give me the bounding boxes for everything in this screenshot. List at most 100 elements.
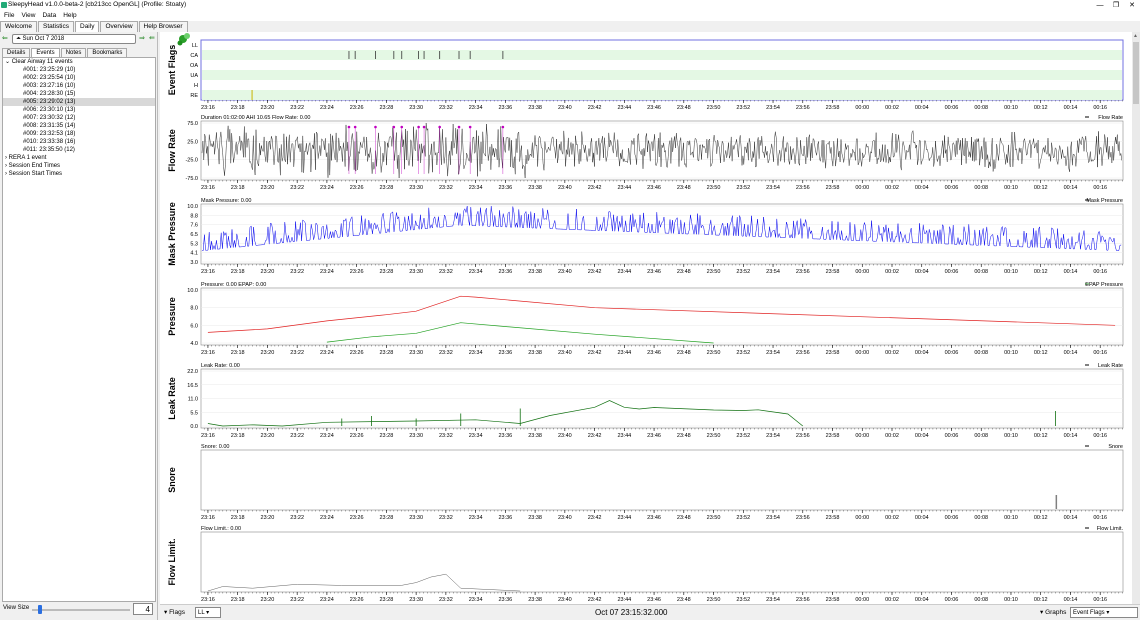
graph-header: Mask Pressure: 0.00	[201, 198, 251, 204]
tree-item-label: #011: 23:35:50 (12)	[23, 147, 75, 153]
view-size-slider-handle[interactable]	[37, 605, 42, 614]
graph-selector[interactable]: Event Flags ▾	[1070, 607, 1138, 618]
tree-event-item[interactable]: #011: 23:35:50 (12)	[3, 146, 155, 154]
date-value: Sun Oct 7 2018	[22, 36, 65, 42]
tree-item-label: #001: 23:25:29 (10)	[23, 67, 76, 73]
tab-events[interactable]: Events	[31, 48, 60, 57]
maximize-button[interactable]: ❐	[1108, 0, 1124, 11]
y-tick-label: 8.0	[190, 306, 198, 312]
x-tick-label: 23:32	[439, 269, 453, 275]
view-size-spinbox[interactable]: 4	[133, 603, 153, 615]
tree-event-item[interactable]: #009: 23:32:53 (18)	[3, 130, 155, 138]
x-tick-label: 00:06	[945, 597, 959, 603]
x-tick-label: 23:38	[528, 105, 542, 111]
x-tick-label: 23:46	[647, 515, 661, 521]
x-tick-label: 23:16	[201, 433, 215, 439]
tree-event-item[interactable]: #004: 23:28:30 (15)	[3, 90, 155, 98]
tree-group[interactable]: › RERA 1 event	[3, 154, 155, 162]
tree-event-item[interactable]: #002: 23:25:54 (10)	[3, 74, 155, 82]
x-tick-label: 00:12	[1034, 105, 1048, 111]
tab-help-browser[interactable]: Help Browser	[138, 21, 188, 32]
tree-event-item[interactable]: #001: 23:25:29 (10)	[3, 66, 155, 74]
tab-bookmarks[interactable]: Bookmarks	[87, 48, 128, 57]
chevron-down-icon: ▾	[1106, 610, 1110, 616]
x-tick-label: 00:14	[1064, 350, 1078, 356]
left-subtabs: Details Events Notes Bookmarks	[2, 48, 128, 57]
tree-item-label: #004: 23:28:30 (15)	[23, 91, 76, 97]
x-tick-label: 23:32	[439, 105, 453, 111]
tree-group[interactable]: ⌄ Clear Airway 11 events	[3, 58, 155, 66]
x-tick-label: 00:08	[974, 597, 988, 603]
x-tick-label: 23:30	[409, 269, 423, 275]
x-tick-label: 23:20	[261, 515, 275, 521]
x-tick-label: 23:44	[617, 185, 631, 191]
tree-event-item[interactable]: #010: 23:33:38 (16)	[3, 138, 155, 146]
flags-toggle[interactable]: ▾ Flags	[164, 608, 185, 616]
tree-group[interactable]: › Session Start Times	[3, 170, 155, 178]
x-tick-label: 23:18	[231, 185, 245, 191]
x-tick-label: 00:06	[945, 185, 959, 191]
graph-ylabel-mask-pressure: Mask Pressure	[167, 202, 177, 266]
menu-file[interactable]: File	[0, 11, 17, 21]
menu-data[interactable]: Data	[38, 11, 59, 21]
x-tick-label: 23:26	[350, 515, 364, 521]
x-tick-label: 23:26	[350, 350, 364, 356]
tree-event-item[interactable]: #005: 23:29:02 (13)	[3, 98, 155, 106]
tab-welcome[interactable]: Welcome	[0, 21, 37, 32]
x-tick-label: 23:56	[796, 269, 810, 275]
graph-mask-pressure	[200, 199, 1124, 267]
x-tick-label: 23:28	[380, 105, 394, 111]
flag-selector[interactable]: LL ▾	[195, 607, 221, 618]
menu-view[interactable]: View	[17, 11, 38, 21]
y-tick-label: -25.0	[185, 158, 198, 164]
x-tick-label: 23:48	[677, 597, 691, 603]
scroll-thumb[interactable]	[1133, 42, 1139, 104]
minimize-button[interactable]: —	[1092, 0, 1108, 11]
tree-event-item[interactable]: #006: 23:30:10 (13)	[3, 106, 155, 114]
x-tick-label: 23:20	[261, 350, 275, 356]
scroll-up-icon[interactable]: ▲	[1133, 33, 1138, 39]
x-tick-label: 00:14	[1064, 185, 1078, 191]
tab-daily[interactable]: Daily	[75, 21, 100, 32]
x-tick-label: 23:40	[558, 269, 572, 275]
date-picker[interactable]: ⏶ Sun Oct 7 2018	[12, 34, 136, 44]
flag-row-label: H	[194, 83, 198, 89]
graph-scrollbar[interactable]: ▲	[1132, 32, 1140, 604]
graph-ylabel-leak-rate: Leak Rate	[167, 377, 177, 420]
graph-flow-limit	[200, 527, 1124, 595]
last-day-arrow-icon[interactable]: ⇚	[149, 34, 155, 42]
x-tick-label: 23:44	[617, 597, 631, 603]
tab-details[interactable]: Details	[2, 48, 31, 57]
x-tick-label: 23:52	[736, 269, 750, 275]
tab-overview[interactable]: Overview	[100, 21, 138, 32]
x-tick-label: 23:52	[736, 350, 750, 356]
graph-ylabel-snore: Snore	[167, 467, 177, 493]
graphs-canvas[interactable]: Event Flags 23:16 23:18 23:20 23:22 23:24 23:2…	[160, 32, 1132, 604]
tab-notes[interactable]: Notes	[60, 48, 87, 57]
tree-event-item[interactable]: #003: 23:27:16 (10)	[3, 82, 155, 90]
y-tick-label: 3.0	[190, 260, 198, 266]
x-tick-label: 23:36	[498, 433, 512, 439]
next-day-arrow-icon[interactable]: ⇒	[139, 34, 145, 42]
prev-day-arrow-icon[interactable]: ⇐	[2, 34, 8, 42]
x-tick-label: 23:56	[796, 105, 810, 111]
x-tick-label: 00:12	[1034, 433, 1048, 439]
tree-event-item[interactable]: #007: 23:30:32 (12)	[3, 114, 155, 122]
graph-frame	[200, 287, 1124, 346]
x-tick-label: 00:10	[1004, 350, 1018, 356]
x-tick-label: 00:04	[915, 433, 929, 439]
snore-bar	[1055, 495, 1058, 509]
x-tick-label: 00:04	[915, 105, 929, 111]
x-tick-label: 23:18	[231, 105, 245, 111]
tree-event-item[interactable]: #008: 23:31:35 (14)	[3, 122, 155, 130]
tab-statistics[interactable]: Statistics	[37, 21, 74, 32]
chevron-down-icon[interactable]: ⌄	[5, 59, 12, 65]
x-tick-label: 00:04	[915, 597, 929, 603]
graphs-toggle[interactable]: ▾ Graphs	[1040, 608, 1066, 616]
close-button[interactable]: ✕	[1124, 0, 1140, 11]
view-size-slider[interactable]	[32, 609, 130, 611]
x-tick-label: 23:26	[350, 597, 364, 603]
x-tick-label: 00:08	[974, 515, 988, 521]
tree-group[interactable]: › Session End Times	[3, 162, 155, 170]
menu-help[interactable]: Help	[59, 11, 79, 21]
